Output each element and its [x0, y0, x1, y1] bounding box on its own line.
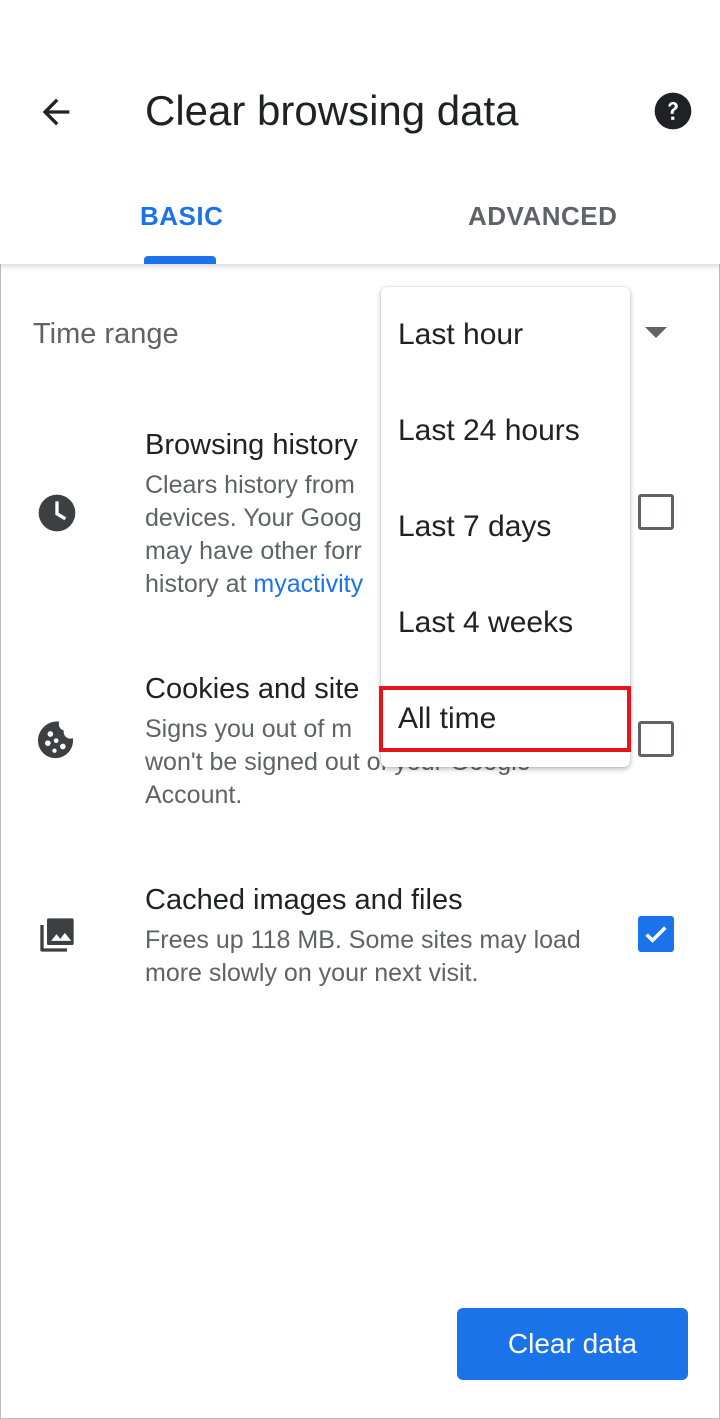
- images-icon: [36, 914, 78, 956]
- cached-images-checkbox[interactable]: [638, 916, 674, 952]
- myactivity-link[interactable]: myactivity: [253, 570, 363, 598]
- clock-icon: [36, 492, 78, 534]
- time-range-option-last-4-weeks[interactable]: Last 4 weeks: [381, 575, 630, 671]
- cookie-icon: [36, 718, 78, 760]
- back-button[interactable]: [28, 84, 84, 140]
- cached-images-description: Frees up 118 MB. Some sites may load mor…: [145, 926, 581, 987]
- browsing-history-checkbox[interactable]: [638, 494, 674, 530]
- page-title: Clear browsing data: [145, 87, 519, 134]
- help-icon: [654, 92, 692, 130]
- cached-images-title: Cached images and files: [145, 884, 463, 916]
- tab-advanced[interactable]: ADVANCED: [468, 196, 617, 236]
- time-range-option-last-7-days[interactable]: Last 7 days: [381, 479, 630, 575]
- cookies-checkbox[interactable]: [638, 721, 674, 757]
- time-range-dropdown-toggle[interactable]: [634, 318, 678, 348]
- arrow-back-icon: [42, 98, 70, 126]
- checkmark-icon: [645, 926, 667, 943]
- time-range-dropdown-menu: Last hour Last 24 hours Last 7 days Last…: [381, 287, 630, 767]
- help-button[interactable]: [648, 86, 698, 136]
- clear-data-button[interactable]: Clear data: [457, 1308, 688, 1380]
- cookies-title: Cookies and site: [145, 673, 360, 705]
- time-range-option-last-hour[interactable]: Last hour: [381, 287, 630, 383]
- time-range-option-last-24-hours[interactable]: Last 24 hours: [381, 383, 630, 479]
- tab-selected-indicator: [144, 256, 216, 264]
- dropdown-arrow-icon: [645, 327, 667, 338]
- app-bar: Clear browsing data BASIC ADVANCED: [0, 0, 720, 264]
- time-range-label: Time range: [33, 318, 179, 350]
- browsing-history-title: Browsing history: [145, 429, 358, 461]
- tab-basic[interactable]: BASIC: [140, 196, 223, 236]
- time-range-option-all-time[interactable]: All time: [381, 671, 630, 767]
